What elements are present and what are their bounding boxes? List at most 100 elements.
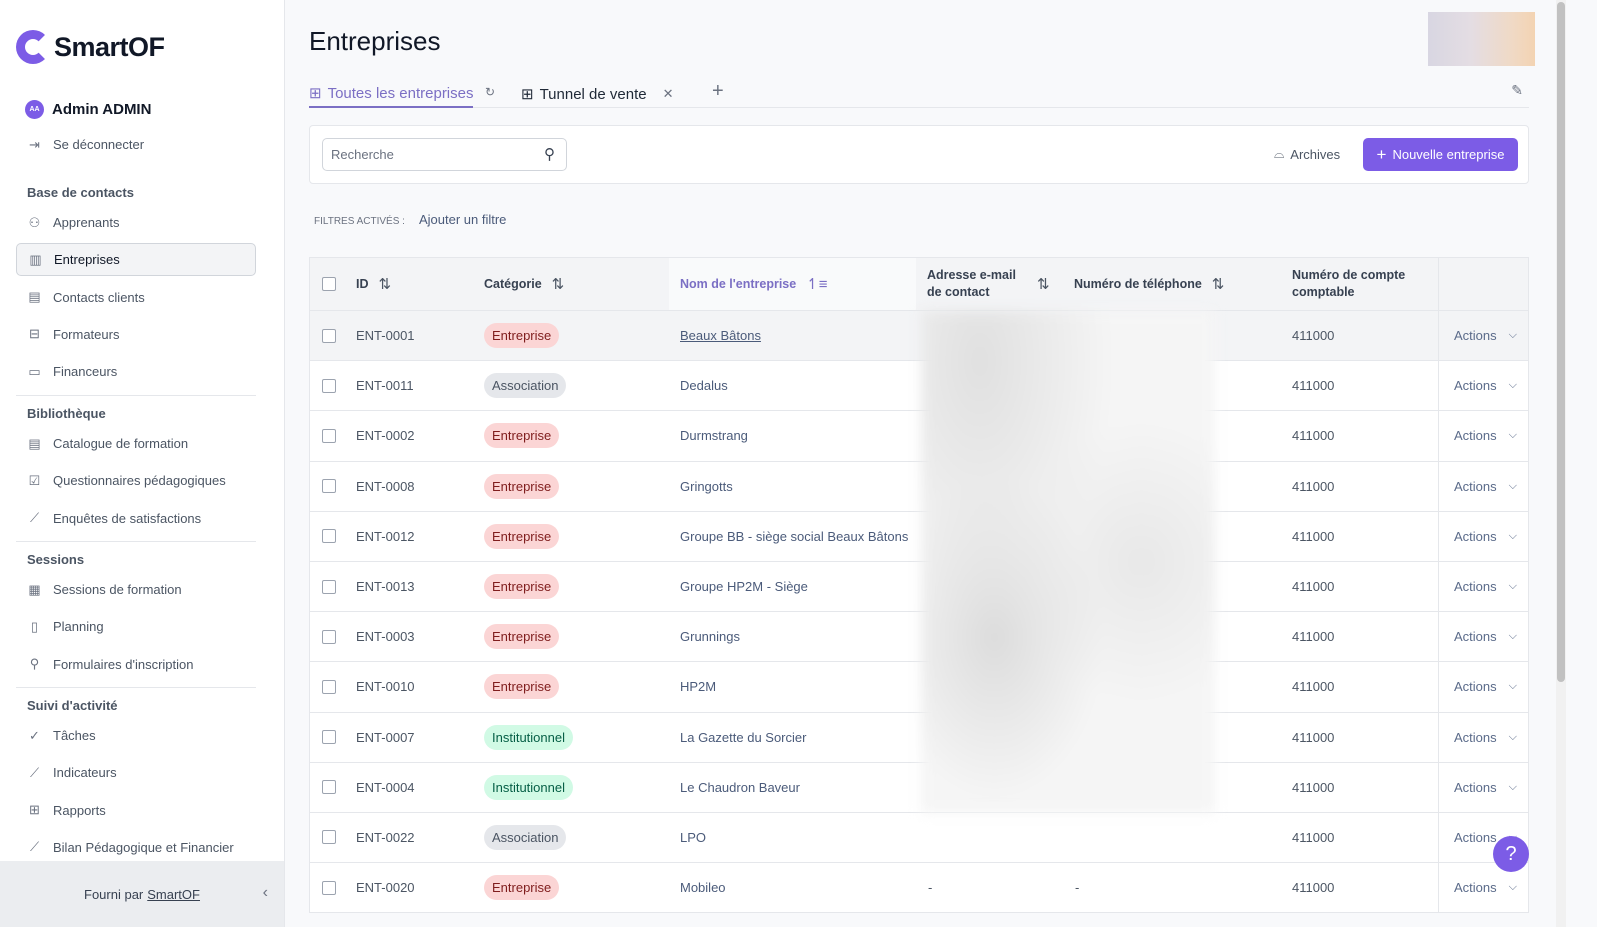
sidebar-divider [16, 395, 256, 396]
col-category[interactable]: Catégorie ⇅ [484, 258, 564, 310]
company-name-link[interactable]: Beaux Bâtons [680, 311, 761, 360]
actions-dropdown[interactable]: Actions ⌵ [1454, 512, 1517, 561]
row-checkbox[interactable] [322, 830, 336, 845]
row-checkbox[interactable] [322, 328, 336, 343]
add-tab-icon[interactable]: + [712, 80, 724, 103]
company-name-link[interactable]: Groupe HP2M - Siège [680, 562, 808, 611]
sidebar-item[interactable]: ▥ Entreprises [16, 243, 256, 277]
row-checkbox[interactable] [322, 629, 336, 644]
actions-dropdown[interactable]: Actions ⌵ [1454, 662, 1517, 711]
company-name-link[interactable]: La Gazette du Sorcier [680, 713, 806, 762]
logo-text: SmartOF [54, 31, 165, 62]
company-name-link[interactable]: Groupe BB - siège social Beaux Bâtons [680, 512, 908, 561]
table-row[interactable]: ENT-0008 Entreprise Gringotts 411000 Act… [310, 460, 1528, 511]
actions-dropdown[interactable]: Actions ⌵ [1454, 612, 1517, 661]
collapse-sidebar-icon[interactable]: ‹ [263, 884, 268, 902]
actions-label: Actions [1454, 779, 1497, 795]
table-row[interactable]: ENT-0003 Entreprise Grunnings 411000 Act… [310, 611, 1528, 661]
sidebar-item[interactable]: ⊟ Formateurs [16, 318, 256, 351]
chart-line-icon: ⟋ [29, 764, 40, 780]
scrollbar-thumb[interactable] [1557, 2, 1565, 682]
row-checkbox[interactable] [322, 730, 336, 745]
row-checkbox[interactable] [322, 679, 336, 694]
sidebar-item[interactable]: ▦ Sessions de formation [16, 573, 256, 606]
row-checkbox[interactable] [322, 880, 336, 895]
company-name-link[interactable]: Grunnings [680, 612, 740, 661]
edit-icon[interactable]: ✎ [1511, 82, 1523, 99]
add-filter-link[interactable]: Ajouter un filtre [419, 212, 506, 227]
col-id[interactable]: ID ⇅ [356, 258, 391, 310]
sidebar-item[interactable]: ⟋ Bilan Pédagogique et Financier [16, 831, 256, 864]
sidebar-item[interactable]: ⚲ Formulaires d'inscription [16, 648, 256, 681]
refresh-icon[interactable]: ↻ [485, 85, 495, 99]
sidebar-item[interactable]: ⟋ Indicateurs [16, 756, 256, 789]
col-email[interactable]: Adresse e-mail de contact ⇅ [927, 258, 1067, 310]
tab-tunnel-de-vente[interactable]: ⊞ Tunnel de vente ✕ [521, 80, 674, 108]
company-name-link[interactable]: Gringotts [680, 462, 733, 511]
row-checkbox[interactable] [322, 579, 336, 594]
actions-dropdown[interactable]: Actions ⌵ [1454, 713, 1517, 762]
actions-dropdown[interactable]: Actions ⌵ [1454, 411, 1517, 460]
sidebar-item[interactable]: ▤ Contacts clients [16, 281, 256, 314]
table-row[interactable]: ENT-0001 Entreprise Beaux Bâtons 411000 … [310, 310, 1528, 361]
chevron-down-icon: ⌵ [1508, 730, 1517, 743]
table-row[interactable]: ENT-0002 Entreprise Durmstrang 411000 Ac… [310, 410, 1528, 460]
col-name[interactable]: Nom de l'entreprise ↿≡ [669, 258, 916, 310]
sidebar-item[interactable]: ⚇ Apprenants [16, 206, 256, 239]
row-checkbox[interactable] [322, 780, 336, 795]
sidebar-item[interactable]: ✓ Tâches [16, 719, 256, 752]
actions-dropdown[interactable]: Actions ⌵ [1454, 311, 1517, 360]
account-number: 411000 [1292, 328, 1335, 344]
search-input[interactable] [322, 138, 567, 171]
sidebar-item[interactable]: ☑ Questionnaires pédagogiques [16, 464, 256, 497]
sort-icon[interactable]: ⇅ [1212, 275, 1225, 293]
actions-dropdown[interactable]: Actions ⌵ [1454, 562, 1517, 611]
tab-toutes-les-entreprises[interactable]: ⊞ Toutes les entreprises [309, 80, 474, 108]
company-name-link[interactable]: Dedalus [680, 361, 728, 410]
row-checkbox[interactable] [322, 428, 336, 443]
select-all-checkbox[interactable] [322, 277, 336, 291]
company-name-link[interactable]: HP2M [680, 662, 716, 711]
company-name-link[interactable]: Durmstrang [680, 411, 748, 460]
table-row[interactable]: ENT-0004 Institutionnel Le Chaudron Bave… [310, 761, 1528, 812]
actions-dropdown[interactable]: Actions ⌵ [1454, 462, 1517, 511]
table-row[interactable]: ENT-0010 Entreprise HP2M 411000 Actions ⌵ [310, 661, 1528, 711]
close-icon[interactable]: ✕ [663, 86, 674, 102]
table-row[interactable]: ENT-0022 Association LPO 411000 Actions⌵ [310, 811, 1528, 862]
table-row[interactable]: ENT-0013 Entreprise Groupe HP2M - Siège … [310, 560, 1528, 611]
row-checkbox[interactable] [322, 479, 336, 494]
sort-icon[interactable]: ⇅ [379, 275, 392, 293]
company-name-link[interactable]: Le Chaudron Baveur [680, 763, 800, 812]
user-profile[interactable]: AA Admin ADMIN [25, 100, 151, 119]
row-checkbox[interactable] [322, 378, 336, 393]
sidebar-item-label: Planning [53, 619, 104, 635]
help-button[interactable]: ? [1493, 836, 1529, 872]
table-row[interactable]: ENT-0007 Institutionnel La Gazette du So… [310, 711, 1528, 762]
actions-dropdown[interactable]: Actions ⌵ [1454, 361, 1517, 410]
sidebar-item[interactable]: ▤ Catalogue de formation [16, 427, 256, 460]
sidebar-item[interactable]: ▯ Planning [16, 610, 256, 643]
table-row[interactable]: ENT-0020 Entreprise Mobileo - - 411000 A… [310, 862, 1528, 912]
footer-link[interactable]: SmartOF [147, 887, 200, 902]
table-row[interactable]: ENT-0011 Association Dedalus 411000 Acti… [310, 360, 1528, 410]
company-name-link[interactable]: Mobileo [680, 863, 726, 912]
sort-icon[interactable]: ⇅ [552, 275, 565, 293]
logo[interactable]: SmartOF [16, 30, 165, 64]
new-company-button[interactable]: + Nouvelle entreprise [1363, 138, 1518, 171]
actions-label: Actions [1454, 328, 1497, 344]
sidebar-item[interactable]: ⟋ Enquêtes de satisfactions [16, 502, 256, 535]
row-checkbox[interactable] [322, 529, 336, 544]
sidebar-item[interactable]: ▭ Financeurs [16, 355, 256, 388]
company-name-link[interactable]: LPO [680, 813, 706, 862]
col-phone[interactable]: Numéro de téléphone ⇅ [1074, 258, 1224, 310]
archives-button[interactable]: ⌓ Archives [1274, 146, 1340, 162]
actions-dropdown[interactable]: Actions ⌵ [1454, 763, 1517, 812]
search-icon[interactable]: ⚲ [544, 145, 555, 163]
logout-link[interactable]: ⇥ Se déconnecter [16, 128, 256, 161]
sort-ascending-icon[interactable]: ↿≡ [806, 275, 827, 293]
company-email: - [928, 880, 933, 896]
sort-icon[interactable]: ⇅ [1037, 275, 1050, 293]
category-badge: Association [484, 373, 567, 399]
sidebar-item[interactable]: ⊞ Rapports [16, 794, 256, 827]
table-row[interactable]: ENT-0012 Entreprise Groupe BB - siège so… [310, 510, 1528, 561]
